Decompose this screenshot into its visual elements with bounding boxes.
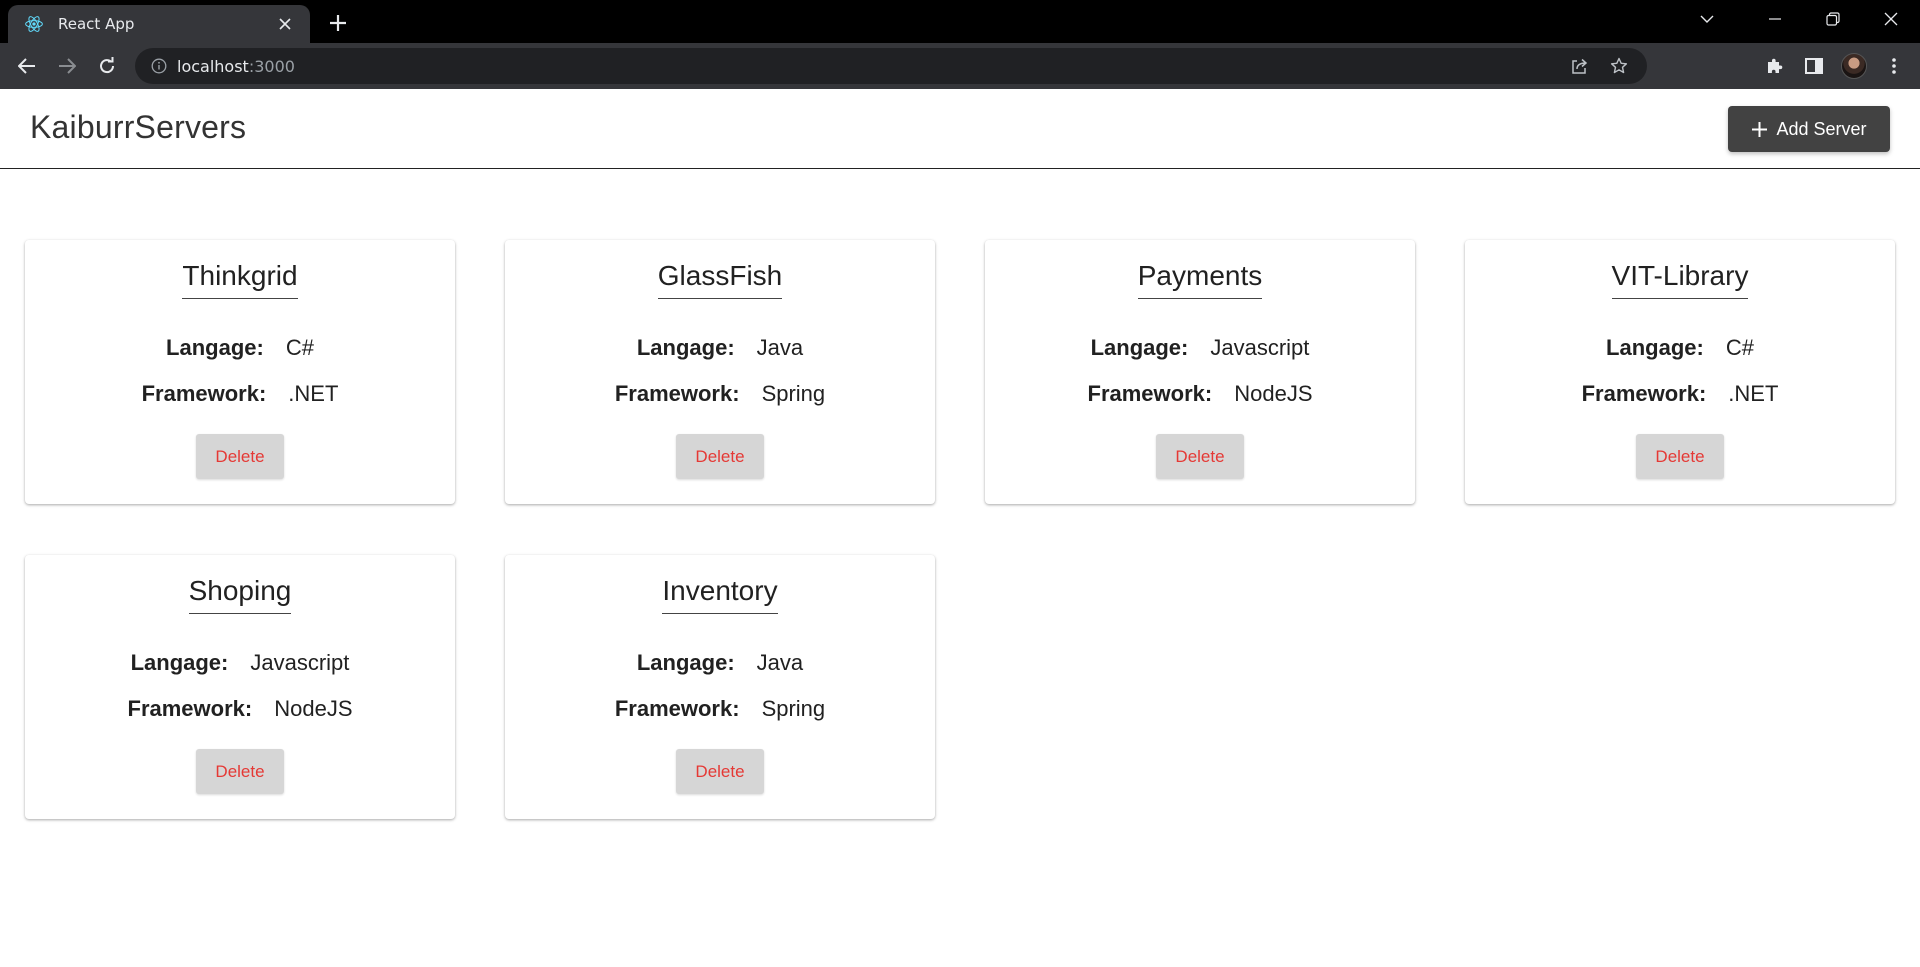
server-card: Thinkgrid Langage: C# Framework: .NET Dele… <box>25 240 455 504</box>
language-value: C# <box>1725 335 1754 360</box>
server-card: Inventory Langage: Java Framework: Spring … <box>505 555 935 819</box>
delete-button[interactable]: Delete <box>676 749 764 794</box>
framework-label: Framework: <box>614 696 740 721</box>
language-label: Langage: <box>130 650 229 675</box>
kebab-menu-icon[interactable] <box>1874 46 1914 86</box>
minimize-icon[interactable] <box>1746 0 1804 38</box>
browser-toolbar: localhost:3000 <box>0 43 1920 89</box>
server-name: Shoping <box>188 575 292 614</box>
tab-search-chevron-down-icon[interactable] <box>1682 0 1732 38</box>
language-value: Java <box>756 650 804 675</box>
tab-title: React App <box>58 15 135 33</box>
framework-label: Framework: <box>1087 381 1213 406</box>
language-row: Langage: Javascript <box>985 335 1415 361</box>
back-arrow-icon[interactable] <box>7 46 47 86</box>
server-name: Thinkgrid <box>182 260 298 299</box>
framework-row: Framework: .NET <box>25 381 455 407</box>
react-logo-icon <box>24 14 44 34</box>
framework-row: Framework: Spring <box>505 696 935 722</box>
address-bar[interactable]: localhost:3000 <box>135 48 1647 84</box>
tab-close-icon[interactable] <box>274 13 296 35</box>
close-window-icon[interactable] <box>1862 0 1920 38</box>
framework-row: Framework: .NET <box>1465 381 1895 407</box>
server-name: GlassFish <box>657 260 783 299</box>
framework-row: Framework: Spring <box>505 381 935 407</box>
framework-value: Spring <box>761 696 826 721</box>
server-card: Shoping Langage: Javascript Framework: Nod… <box>25 555 455 819</box>
bookmark-star-icon[interactable] <box>1599 48 1639 84</box>
toolbar-right <box>1754 46 1914 86</box>
language-label: Langage: <box>636 335 735 360</box>
framework-value: NodeJS <box>1234 381 1313 406</box>
language-label: Langage: <box>1090 335 1189 360</box>
new-tab-button[interactable] <box>322 8 354 38</box>
delete-button[interactable]: Delete <box>196 749 284 794</box>
add-server-label: Add Server <box>1776 118 1867 139</box>
framework-label: Framework: <box>614 381 740 406</box>
delete-button[interactable]: Delete <box>1156 434 1244 479</box>
server-card: Payments Langage: Javascript Framework: No… <box>985 240 1415 504</box>
language-value: Javascript <box>1210 335 1310 360</box>
language-value: Javascript <box>250 650 350 675</box>
url-host: localhost <box>177 56 249 76</box>
server-name: Inventory <box>662 575 778 614</box>
url-port: :3000 <box>248 56 295 76</box>
language-value: C# <box>285 335 314 360</box>
window-controls <box>1682 0 1920 38</box>
framework-value: .NET <box>1728 381 1779 406</box>
framework-label: Framework: <box>141 381 267 406</box>
language-label: Langage: <box>166 335 264 360</box>
add-server-button[interactable]: Add Server <box>1728 106 1890 152</box>
server-card: VIT-Library Langage: C# Framework: .NET De… <box>1465 240 1895 504</box>
site-info-icon[interactable] <box>149 56 169 76</box>
language-label: Langage: <box>636 650 735 675</box>
language-row: Langage: Javascript <box>25 650 455 676</box>
share-icon[interactable] <box>1559 48 1599 84</box>
avatar <box>1841 53 1867 79</box>
plus-icon <box>1752 121 1768 137</box>
framework-label: Framework: <box>127 696 253 721</box>
server-name: VIT-Library <box>1611 260 1749 299</box>
framework-label: Framework: <box>1581 381 1707 406</box>
language-value: Java <box>756 335 804 360</box>
restore-icon[interactable] <box>1804 0 1862 38</box>
delete-button[interactable]: Delete <box>1636 434 1724 479</box>
framework-value: Spring <box>761 381 826 406</box>
url-text: localhost:3000 <box>177 57 295 76</box>
language-row: Langage: Java <box>505 650 935 676</box>
framework-value: .NET <box>288 381 339 406</box>
language-row: Langage: Java <box>505 335 935 361</box>
address-bar-actions <box>1559 48 1639 84</box>
app-header: KaiburrServers Add Server <box>0 89 1920 169</box>
side-panel-icon[interactable] <box>1794 46 1834 86</box>
browser-tabstrip: React App <box>0 0 1920 43</box>
reload-icon[interactable] <box>87 46 127 86</box>
language-label: Langage: <box>1606 335 1704 360</box>
brand-title: KaiburrServers <box>30 109 247 145</box>
extensions-puzzle-icon[interactable] <box>1754 46 1794 86</box>
delete-button[interactable]: Delete <box>676 434 764 479</box>
framework-row: Framework: NodeJS <box>25 696 455 722</box>
server-card: GlassFish Langage: Java Framework: Spring … <box>505 240 935 504</box>
profile-avatar[interactable] <box>1834 46 1874 86</box>
framework-row: Framework: NodeJS <box>985 381 1415 407</box>
language-row: Langage: C# <box>25 335 455 361</box>
language-row: Langage: C# <box>1465 335 1895 361</box>
forward-arrow-icon[interactable] <box>47 46 87 86</box>
server-name: Payments <box>1137 260 1263 299</box>
delete-button[interactable]: Delete <box>196 434 284 479</box>
browser-tab[interactable]: React App <box>8 5 310 43</box>
framework-value: NodeJS <box>274 696 353 721</box>
